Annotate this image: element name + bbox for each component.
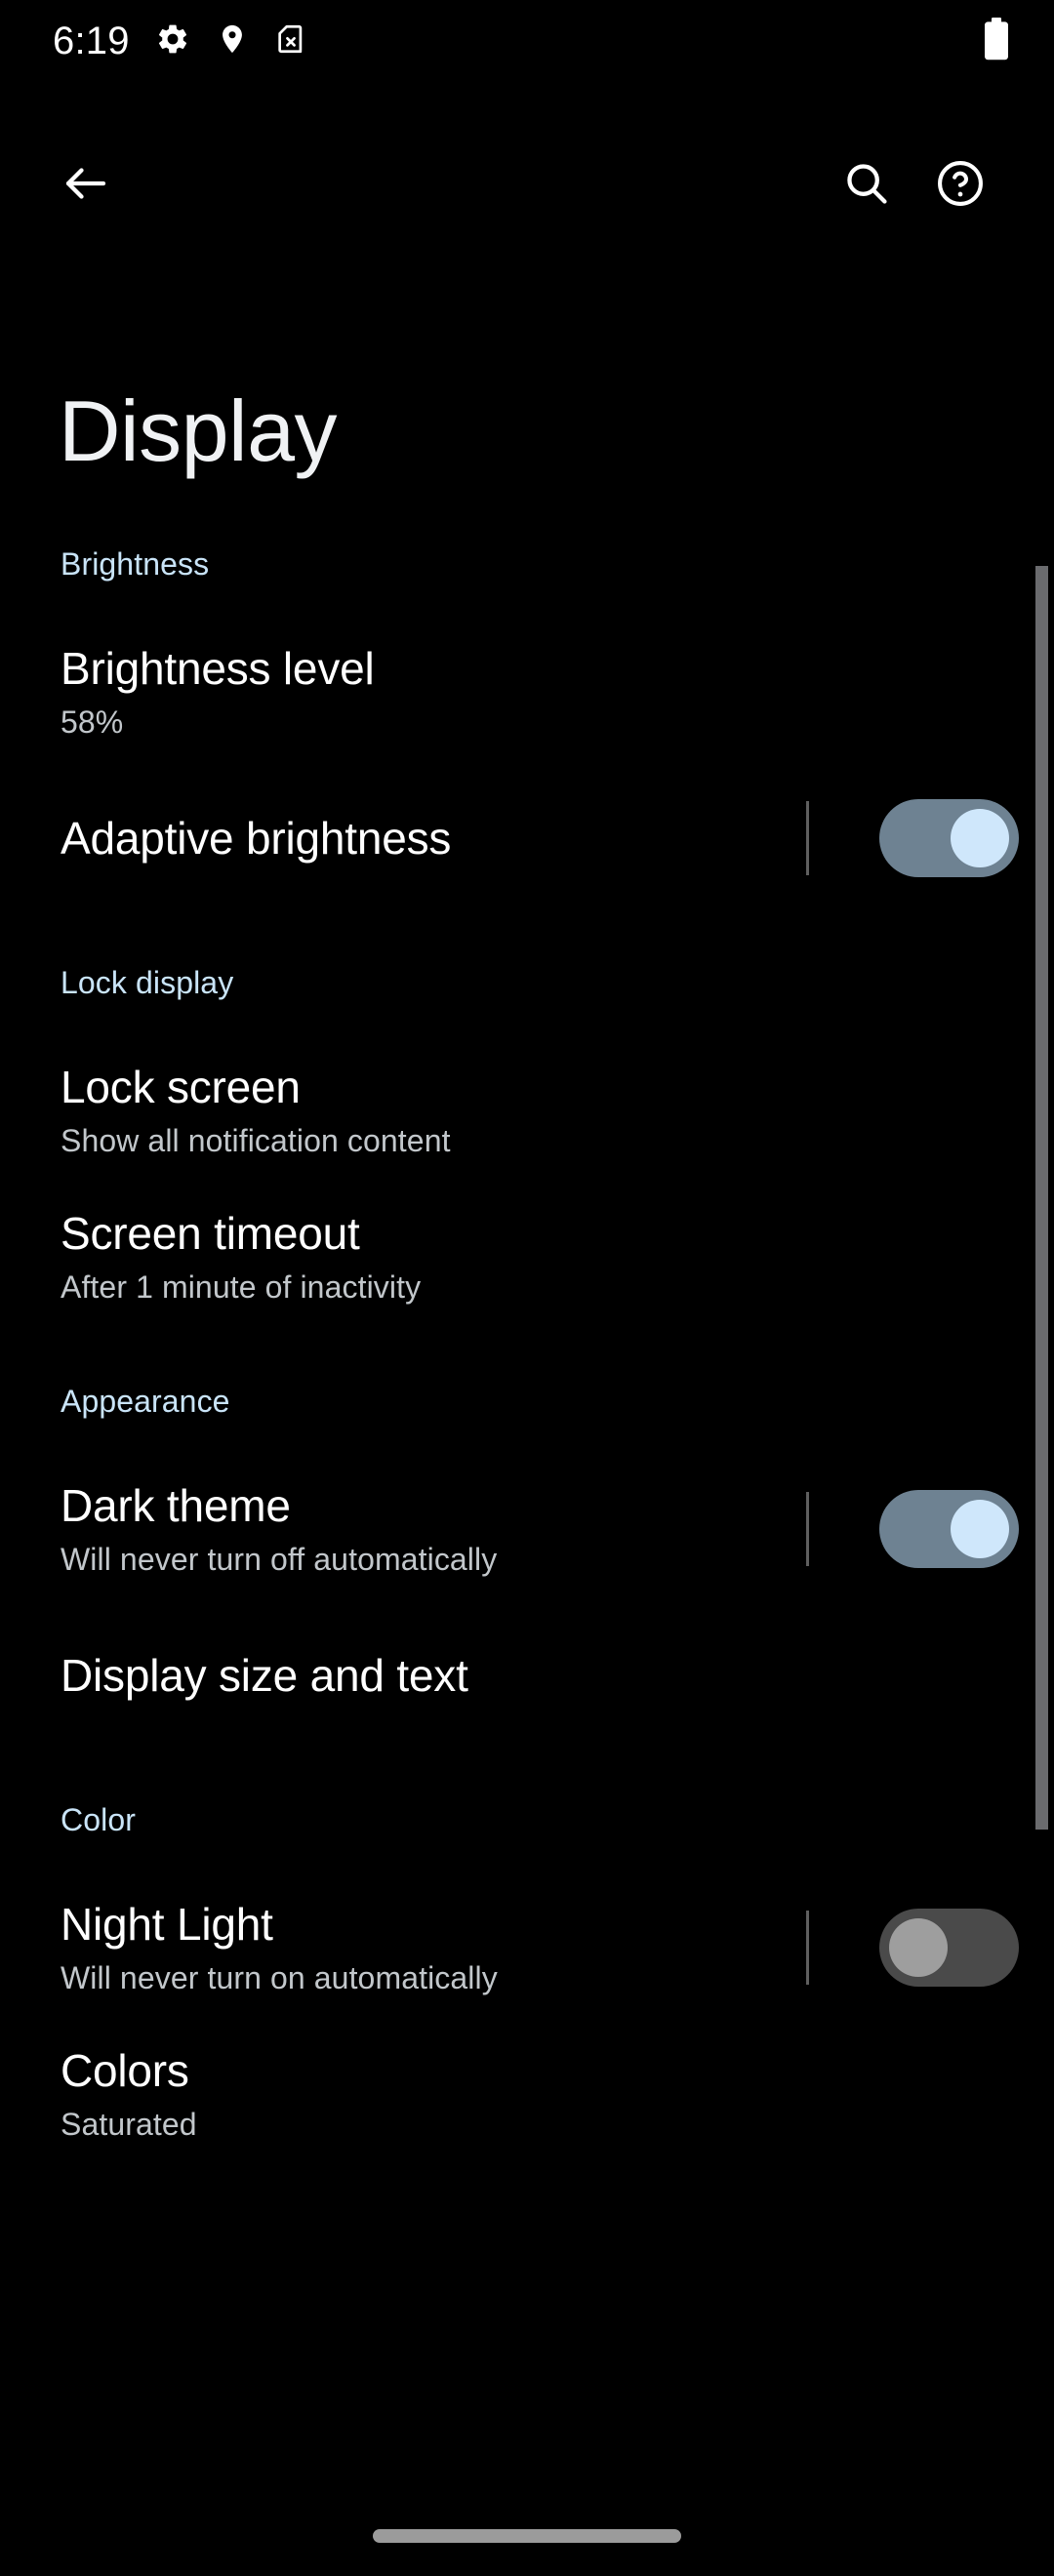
toggle-wrap — [806, 1909, 1019, 1987]
pref-title: Colors — [61, 2044, 189, 2096]
toggle-divider — [806, 1492, 809, 1566]
pref-text: Lock screen Show all notification conten… — [61, 1062, 1019, 1159]
switch-thumb — [889, 1918, 948, 1977]
pref-text: Display size and text — [61, 1650, 1019, 1702]
search-button[interactable] — [820, 139, 913, 232]
pref-adaptive-brightness[interactable]: Adaptive brightness — [0, 784, 1054, 893]
sim-card-off-icon — [274, 22, 307, 60]
toggle-wrap — [806, 799, 1019, 877]
help-button[interactable] — [913, 139, 1007, 232]
help-circle-icon — [934, 157, 987, 215]
pref-lock-screen[interactable]: Lock screen Show all notification conten… — [0, 1056, 1054, 1165]
status-bar-right — [982, 17, 1011, 65]
pref-summary: Saturated — [61, 2106, 197, 2142]
toggle-wrap — [806, 1490, 1019, 1568]
page-title: Display — [59, 382, 338, 479]
toggle-divider — [806, 1911, 809, 1985]
pref-text: Screen timeout After 1 minute of inactiv… — [61, 1208, 1019, 1306]
section-header-color: Color — [61, 1802, 136, 1837]
pref-title: Brightness level — [61, 642, 375, 694]
top-app-bar — [0, 127, 1054, 244]
pref-title: Adaptive brightness — [61, 812, 452, 864]
pref-brightness-level[interactable]: Brightness level 58% — [0, 637, 1054, 746]
back-arrow-icon — [60, 157, 112, 215]
pref-text: Adaptive brightness — [61, 813, 806, 865]
pref-title: Lock screen — [61, 1061, 301, 1112]
toggle-divider — [806, 801, 809, 875]
search-icon — [840, 157, 893, 215]
status-bar: 6:19 — [0, 0, 1054, 82]
pref-summary: 58% — [61, 704, 124, 740]
home-gesture-pill[interactable] — [373, 2529, 681, 2543]
pref-screen-timeout[interactable]: Screen timeout After 1 minute of inactiv… — [0, 1202, 1054, 1311]
battery-full-icon — [982, 17, 1011, 65]
pref-colors[interactable]: Colors Saturated — [0, 2039, 1054, 2149]
pref-summary: Will never turn off automatically — [61, 1541, 498, 1577]
switch-thumb — [951, 1500, 1009, 1558]
settings-scroll-container[interactable]: Display Brightness Brightness level 58% … — [0, 244, 1054, 2527]
pref-display-size-and-text[interactable]: Display size and text — [0, 1621, 1054, 1730]
section-header-brightness: Brightness — [61, 546, 210, 582]
pref-title: Dark theme — [61, 1479, 291, 1531]
pref-summary: Show all notification content — [61, 1122, 451, 1158]
status-bar-left: 6:19 — [53, 21, 982, 61]
section-header-appearance: Appearance — [61, 1384, 230, 1419]
pref-text: Brightness level 58% — [61, 643, 1019, 741]
pref-title: Screen timeout — [61, 1207, 360, 1259]
pref-text: Dark theme Will never turn off automatic… — [61, 1480, 806, 1578]
switch-thumb — [951, 809, 1009, 867]
status-bar-clock: 6:19 — [53, 20, 130, 62]
vertical-scrollbar-thumb[interactable] — [1035, 566, 1048, 1830]
pref-text: Night Light Will never turn on automatic… — [61, 1899, 806, 1996]
pref-summary: Will never turn on automatically — [61, 1959, 498, 1995]
pref-night-light[interactable]: Night Light Will never turn on automatic… — [0, 1893, 1054, 2002]
gear-icon — [155, 21, 190, 61]
section-header-lock-display: Lock display — [61, 965, 234, 1000]
pref-text: Colors Saturated — [61, 2045, 1019, 2143]
pref-title: Night Light — [61, 1898, 273, 1950]
pref-summary: After 1 minute of inactivity — [61, 1268, 422, 1305]
navigation-bar — [0, 2482, 1054, 2576]
night-light-switch[interactable] — [879, 1909, 1019, 1987]
pref-title: Display size and text — [61, 1649, 468, 1701]
pref-dark-theme[interactable]: Dark theme Will never turn off automatic… — [0, 1474, 1054, 1584]
dark-theme-switch[interactable] — [879, 1490, 1019, 1568]
adaptive-brightness-switch[interactable] — [879, 799, 1019, 877]
back-button[interactable] — [39, 139, 133, 232]
location-pin-icon — [216, 22, 249, 60]
